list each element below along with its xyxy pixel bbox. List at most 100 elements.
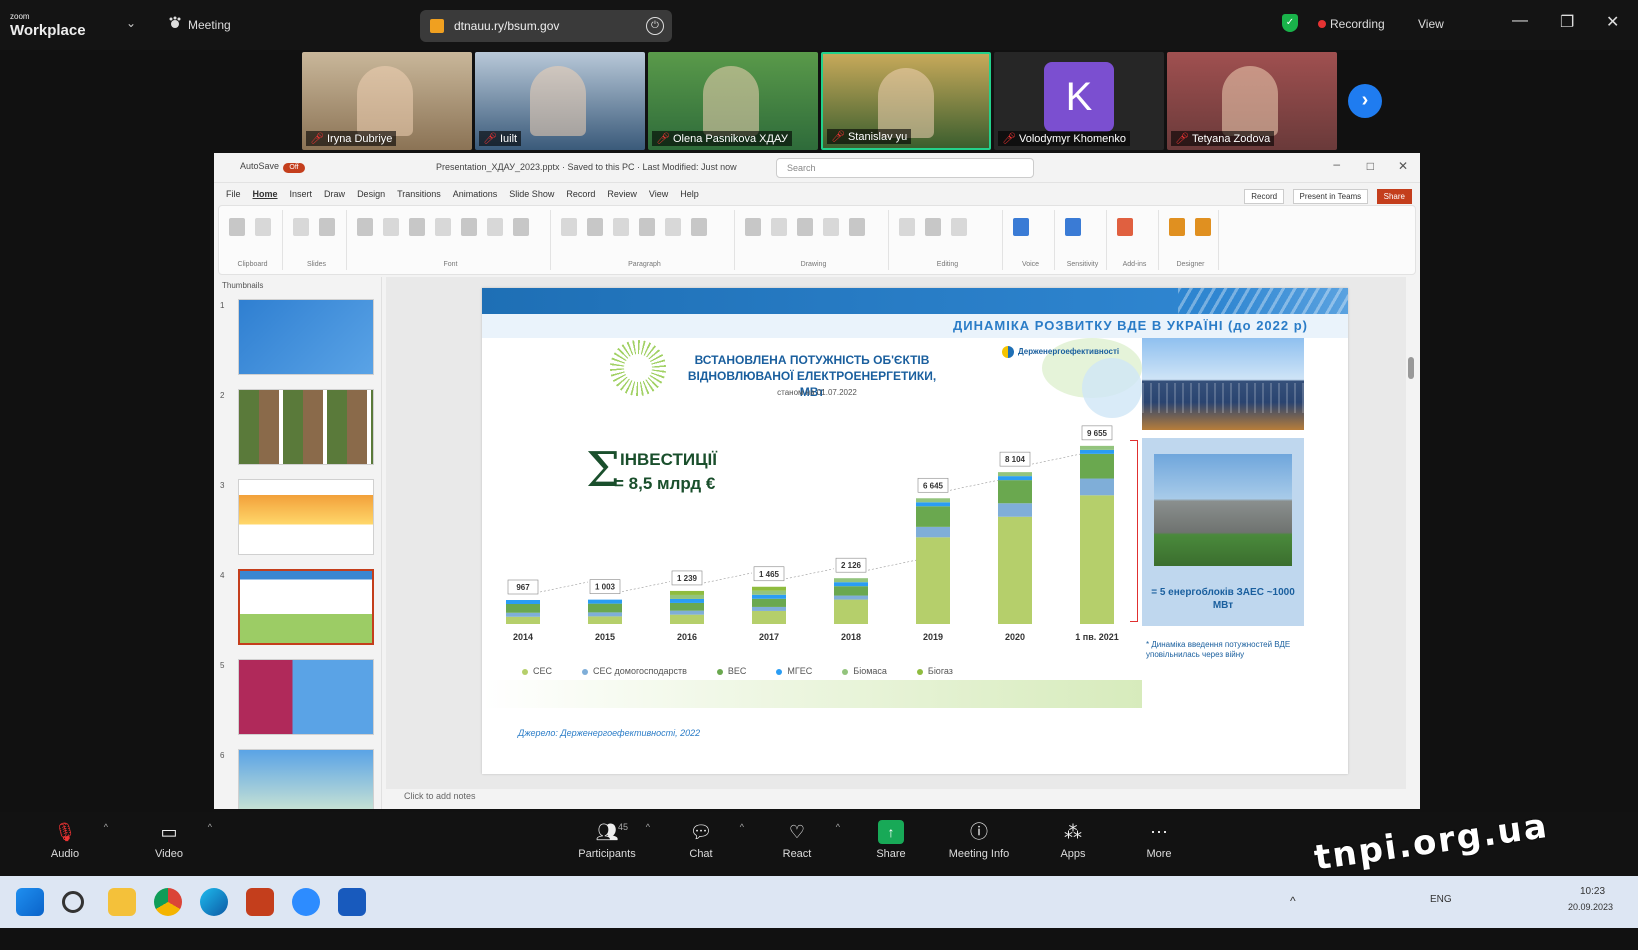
next-page-icon[interactable]: › bbox=[1348, 84, 1382, 118]
chat-button[interactable]: 💬︎ Chat ^ bbox=[666, 820, 744, 860]
participant-tile[interactable]: K 🎤︎ Volodymyr Khomenko bbox=[994, 52, 1164, 150]
ribbon-button[interactable] bbox=[823, 218, 839, 236]
tray-chevron-icon[interactable]: ^ bbox=[1290, 894, 1296, 908]
restore-icon[interactable]: ❐ bbox=[1560, 12, 1574, 32]
ribbon-button[interactable] bbox=[613, 218, 629, 236]
powerpoint-taskbar-icon[interactable] bbox=[246, 888, 274, 916]
ribbon-button[interactable] bbox=[899, 218, 915, 236]
caret-up-icon[interactable]: ^ bbox=[646, 822, 650, 832]
ribbon-button[interactable] bbox=[357, 218, 373, 236]
slide-thumbnail[interactable] bbox=[238, 389, 374, 465]
ribbon-button[interactable] bbox=[639, 218, 655, 236]
apps-button[interactable]: ⁂ Apps bbox=[1038, 820, 1108, 860]
participant-tile[interactable]: 🎤︎ Iuilt bbox=[475, 52, 645, 150]
ribbon-button[interactable] bbox=[925, 218, 941, 236]
participant-tile[interactable]: 🎤︎ Olena Pasnikova ХДАУ bbox=[648, 52, 818, 150]
zoom-taskbar-icon[interactable] bbox=[292, 888, 320, 916]
file-explorer-icon[interactable] bbox=[108, 888, 136, 916]
menu-insert[interactable]: Insert bbox=[290, 189, 313, 199]
share-ppt-button[interactable]: Share bbox=[1376, 189, 1412, 204]
react-button[interactable]: ♡ React ^ bbox=[762, 820, 840, 860]
meeting-info-button[interactable]: ⓘ Meeting Info bbox=[944, 820, 1014, 860]
close-ppt-icon[interactable]: ✕ bbox=[1398, 159, 1408, 173]
menu-slide-show[interactable]: Slide Show bbox=[509, 189, 554, 199]
meeting-label[interactable]: Meeting bbox=[188, 18, 231, 32]
view-button[interactable]: View bbox=[1418, 17, 1444, 31]
menu-design[interactable]: Design bbox=[357, 189, 385, 199]
menu-transitions[interactable]: Transitions bbox=[397, 189, 441, 199]
ribbon-button[interactable] bbox=[409, 218, 425, 236]
ribbon-button[interactable] bbox=[293, 218, 309, 236]
record-button[interactable]: Record bbox=[1244, 189, 1285, 204]
ribbon-button[interactable] bbox=[1013, 218, 1029, 236]
search-input[interactable]: Search bbox=[776, 158, 1034, 178]
maximize-ppt-icon[interactable]: □ bbox=[1367, 159, 1374, 173]
minimize-ppt-icon[interactable]: – bbox=[1333, 157, 1340, 171]
ribbon-button[interactable] bbox=[383, 218, 399, 236]
ribbon-button[interactable] bbox=[1065, 218, 1081, 236]
participant-tile[interactable]: 🎤︎ Iryna Dubriye bbox=[302, 52, 472, 150]
ribbon-button[interactable] bbox=[1195, 218, 1211, 236]
share-url-bar[interactable]: dtnauu.ry/bsum.gov ⏻ bbox=[420, 10, 672, 42]
ribbon-button[interactable] bbox=[461, 218, 477, 236]
caret-up-icon[interactable]: ^ bbox=[104, 822, 108, 832]
recording-indicator[interactable]: Recording bbox=[1318, 17, 1385, 31]
meeting-icon[interactable] bbox=[168, 16, 182, 30]
ribbon-button[interactable] bbox=[435, 218, 451, 236]
ribbon-button[interactable] bbox=[771, 218, 787, 236]
close-window-icon[interactable]: ✕ bbox=[1606, 12, 1619, 32]
edge-icon[interactable] bbox=[200, 888, 228, 916]
ribbon-button[interactable] bbox=[797, 218, 813, 236]
slide-thumbnail[interactable] bbox=[238, 749, 374, 809]
present-teams-button[interactable]: Present in Teams bbox=[1292, 189, 1369, 204]
minimize-icon[interactable]: — bbox=[1512, 12, 1528, 30]
caret-up-icon[interactable]: ^ bbox=[740, 822, 744, 832]
menu-view[interactable]: View bbox=[649, 189, 668, 199]
word-icon[interactable] bbox=[338, 888, 366, 916]
ribbon-button[interactable] bbox=[665, 218, 681, 236]
slide-thumbnail[interactable] bbox=[238, 479, 374, 555]
ribbon-button[interactable] bbox=[587, 218, 603, 236]
audio-button[interactable]: 🎙︎ Audio ^ bbox=[30, 820, 108, 860]
slide-heading: ДИНАМІКА РОЗВИТКУ ВДЕ В УКРАЇНІ (до 2022… bbox=[482, 314, 1348, 338]
vertical-scrollbar[interactable] bbox=[1406, 277, 1416, 789]
menu-file[interactable]: File bbox=[226, 189, 241, 199]
menu-home[interactable]: Home bbox=[253, 189, 278, 199]
notes-placeholder[interactable]: Click to add notes bbox=[404, 791, 476, 801]
ribbon-button[interactable] bbox=[255, 218, 271, 236]
ribbon-button[interactable] bbox=[849, 218, 865, 236]
participant-tile[interactable]: 🎤︎ Stanislav yu bbox=[821, 52, 991, 150]
slide-thumbnail[interactable] bbox=[238, 299, 374, 375]
start-icon[interactable] bbox=[16, 888, 44, 916]
chrome-icon[interactable] bbox=[154, 888, 182, 916]
participant-tile[interactable]: 🎤︎ Tetyana Zodova bbox=[1167, 52, 1337, 150]
ribbon-button[interactable] bbox=[513, 218, 529, 236]
autosave-toggle[interactable]: AutoSave Off bbox=[240, 161, 306, 173]
search-icon[interactable] bbox=[62, 891, 84, 913]
menu-animations[interactable]: Animations bbox=[453, 189, 498, 199]
video-button[interactable]: ▭ Video ^ bbox=[134, 820, 212, 860]
ribbon-button[interactable] bbox=[951, 218, 967, 236]
menu-review[interactable]: Review bbox=[607, 189, 637, 199]
chevron-down-icon[interactable]: ⌄ bbox=[126, 16, 136, 30]
caret-up-icon[interactable]: ^ bbox=[208, 822, 212, 832]
menu-record[interactable]: Record bbox=[566, 189, 595, 199]
caret-up-icon[interactable]: ^ bbox=[836, 822, 840, 832]
ribbon-button[interactable] bbox=[229, 218, 245, 236]
participants-button[interactable]: 👥︎ Participants 45 ^ bbox=[572, 820, 650, 860]
share-button[interactable]: ↑ Share bbox=[856, 820, 926, 860]
ribbon-button[interactable] bbox=[1169, 218, 1185, 236]
ribbon-button[interactable] bbox=[319, 218, 335, 236]
ribbon-button[interactable] bbox=[745, 218, 761, 236]
close-icon[interactable]: ⏻ bbox=[646, 17, 664, 35]
slide-thumbnail[interactable] bbox=[238, 569, 374, 645]
ribbon-button[interactable] bbox=[487, 218, 503, 236]
security-shield-icon[interactable]: ✓ bbox=[1282, 14, 1298, 32]
ribbon-button[interactable] bbox=[691, 218, 707, 236]
slide-thumbnail[interactable] bbox=[238, 659, 374, 735]
menu-help[interactable]: Help bbox=[680, 189, 699, 199]
more-button[interactable]: ⋯ More bbox=[1124, 820, 1194, 860]
ribbon-button[interactable] bbox=[1117, 218, 1133, 236]
ribbon-button[interactable] bbox=[561, 218, 577, 236]
menu-draw[interactable]: Draw bbox=[324, 189, 345, 199]
